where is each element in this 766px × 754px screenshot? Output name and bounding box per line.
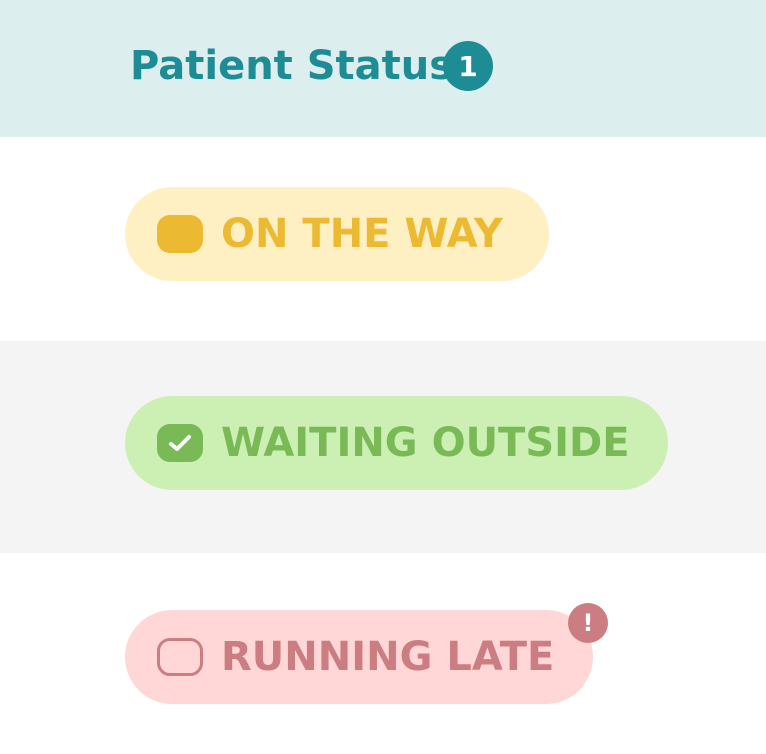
on-the-way-status-pill[interactable]: ON THE WAY <box>125 187 549 281</box>
status-row-running-late: RUNNING LATE <box>0 553 766 754</box>
checkbox-empty-icon <box>157 638 203 676</box>
running-late-status-pill[interactable]: RUNNING LATE <box>125 610 593 704</box>
patient-status-header: Patient Status 1 <box>0 0 766 137</box>
checkbox-checked-icon <box>157 424 203 462</box>
waiting-outside-status-pill[interactable]: WAITING OUTSIDE <box>125 396 668 490</box>
alert-exclamation-icon: ! <box>568 603 608 643</box>
page-title: Patient Status <box>130 43 454 89</box>
filled-toggle-icon <box>157 215 203 253</box>
checkmark-icon <box>169 435 191 451</box>
count-badge: 1 <box>443 41 493 91</box>
status-label: RUNNING LATE <box>221 634 555 680</box>
status-row-on-the-way: ON THE WAY <box>0 137 766 341</box>
status-label: WAITING OUTSIDE <box>221 420 630 466</box>
status-label: ON THE WAY <box>221 211 503 257</box>
status-row-waiting-outside: WAITING OUTSIDE <box>0 341 766 553</box>
